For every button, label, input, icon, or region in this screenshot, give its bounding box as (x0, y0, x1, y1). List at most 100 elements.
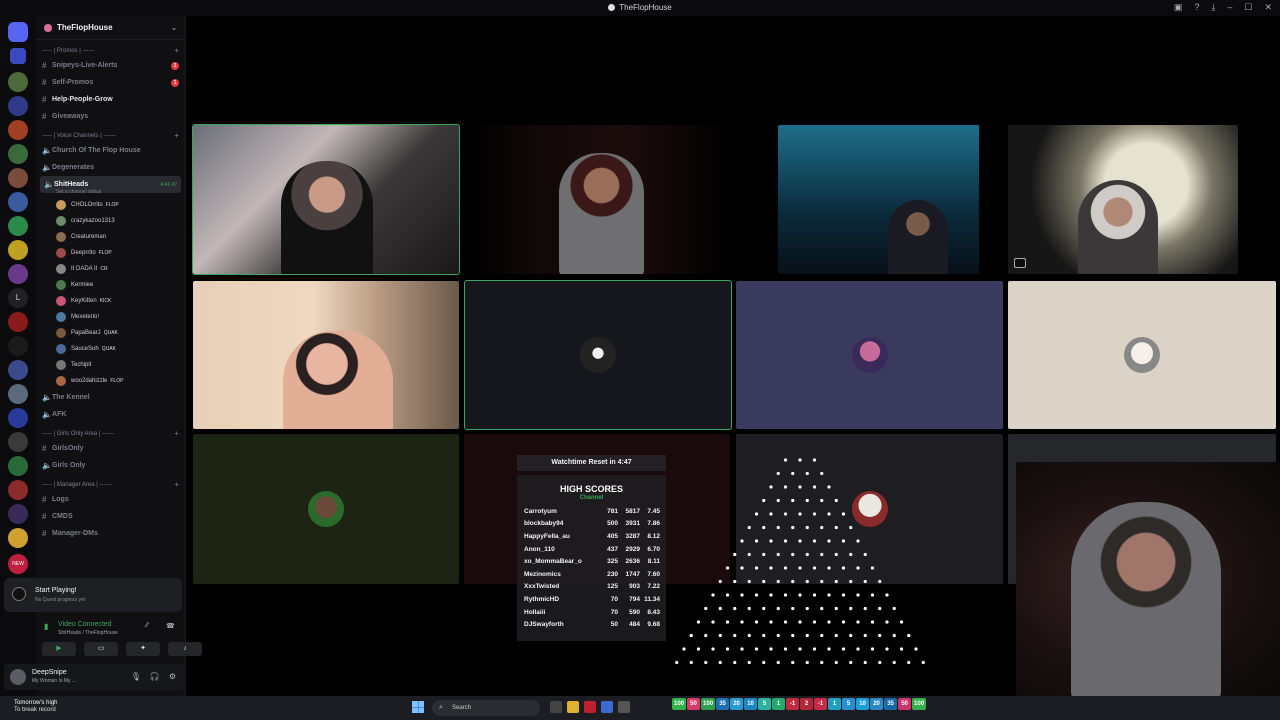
category-voice[interactable]: ----- | Voice Channels | ------ + (36, 129, 185, 142)
minimize-button[interactable]: – (1227, 2, 1232, 13)
inbox-icon[interactable]: ▣ (1174, 2, 1183, 13)
voice-user[interactable]: Creatureman (36, 229, 185, 245)
server-icon[interactable] (8, 480, 28, 500)
app-icon[interactable] (601, 701, 613, 713)
voice-user[interactable]: crazykazoo1313 (36, 213, 185, 229)
server-icon[interactable] (8, 384, 28, 404)
server-icon[interactable] (8, 312, 28, 332)
quest-banner[interactable]: Start Playing! No Quest progress yet (4, 578, 182, 612)
voice-user[interactable]: PapaBearJ QUAK (36, 325, 185, 341)
server-icon[interactable] (8, 144, 28, 164)
channel-cmds[interactable]: # CMDS (36, 508, 185, 525)
close-button[interactable]: ✕ (1264, 2, 1272, 13)
disconnect-icon[interactable]: ☎ (166, 622, 175, 630)
category-girls[interactable]: ----- | Girls Only Area | ------ + (36, 427, 185, 440)
server-icon[interactable] (8, 336, 28, 356)
start-button[interactable] (412, 701, 424, 713)
video-tile[interactable] (193, 434, 459, 584)
add-channel-icon[interactable]: + (174, 131, 179, 140)
avatar (56, 264, 66, 274)
signal-icon[interactable]: ▮ (44, 622, 48, 631)
camera-button[interactable]: ▶ (42, 642, 76, 656)
server-icon[interactable] (8, 408, 28, 428)
new-badge[interactable]: NEW (8, 554, 28, 574)
voice-user[interactable]: Mexeterio! (36, 309, 185, 325)
voice-user[interactable]: woo2dahizzle FLOP (36, 373, 185, 389)
voice-channel-kennel[interactable]: 🔈 The Kennel (36, 389, 185, 406)
video-tile[interactable] (736, 281, 1003, 429)
server-icon[interactable] (8, 192, 28, 212)
channel-manager-dms[interactable]: # Manager-DMs (36, 525, 185, 542)
server-icon[interactable]: L (8, 288, 28, 308)
voice-channel-afk[interactable]: 🔈 AFK (36, 406, 185, 423)
server-icon[interactable] (8, 456, 28, 476)
channel-status[interactable]: Set a channel status (36, 189, 185, 197)
video-tile[interactable] (464, 125, 730, 274)
server-icon[interactable] (8, 168, 28, 188)
voice-user[interactable]: II DADA II CR (36, 261, 185, 277)
home-icon[interactable] (8, 22, 28, 42)
voice-user[interactable]: Techipit (36, 357, 185, 373)
voice-user[interactable]: SauceSuh QUAK (36, 341, 185, 357)
score-value: 6.70 (647, 545, 660, 553)
server-icon[interactable] (8, 72, 28, 92)
server-icon[interactable] (8, 216, 28, 236)
video-tile[interactable] (778, 125, 979, 274)
soundboard-button[interactable]: ♪ (168, 642, 202, 656)
add-channel-icon[interactable]: + (174, 480, 179, 489)
channel-self-promos[interactable]: # Self-Promos 1 (36, 74, 185, 91)
app-icon[interactable] (584, 701, 596, 713)
connection-location[interactable]: ShitHeads / TheFlopHouse (58, 630, 118, 636)
taskbar-search[interactable]: ⌕ Search (432, 700, 540, 716)
add-channel-icon[interactable]: + (174, 429, 179, 438)
screen-share-button[interactable]: ▭ (84, 642, 118, 656)
voice-user[interactable]: Kermiee (36, 277, 185, 293)
voice-channel-degenerates[interactable]: 🔈 Degenerates (36, 159, 185, 176)
server-icon[interactable] (8, 120, 28, 140)
channel-giveaways[interactable]: # Giveaways (36, 108, 185, 125)
channel-snipeys-live-alerts[interactable]: # Snipeys-Live-Alerts 1 (36, 57, 185, 74)
video-tile[interactable] (193, 281, 459, 429)
headphones-icon[interactable]: 🎧 (150, 672, 160, 681)
channel-help-people-grow[interactable]: # Help-People-Grow (36, 91, 185, 108)
noise-suppression-icon[interactable]: ⁄⁄ (146, 622, 148, 629)
video-tile[interactable] (192, 124, 460, 275)
avatar[interactable] (10, 669, 26, 685)
server-icon[interactable] (8, 360, 28, 380)
file-explorer-icon[interactable] (567, 701, 579, 713)
username[interactable]: DeepSnipe (32, 669, 67, 676)
voice-channel-church[interactable]: 🔈 Church Of The Flop House (36, 142, 185, 159)
voice-user[interactable]: Deeprrito FLOP (36, 245, 185, 261)
weather-widget[interactable]: Tomorrow's high To break record (14, 700, 58, 714)
task-view-icon[interactable] (550, 701, 562, 713)
channel-logs[interactable]: # Logs (36, 491, 185, 508)
server-icon[interactable] (8, 528, 28, 548)
help-icon[interactable]: ? (1194, 2, 1199, 13)
download-icon[interactable]: ⤓ (1211, 2, 1215, 13)
server-folder-icon[interactable] (10, 48, 26, 64)
mic-icon[interactable]: 🎙 (131, 672, 141, 681)
server-icon[interactable] (8, 264, 28, 284)
settings-gear-icon[interactable]: ⚙ (169, 672, 176, 681)
server-icon[interactable] (8, 432, 28, 452)
category-manager[interactable]: ----- | Manager Area | ------ + (36, 478, 185, 491)
category-promos[interactable]: ----- | Promos | ------ + (36, 44, 185, 57)
add-channel-icon[interactable]: + (174, 46, 179, 55)
server-header[interactable]: TheFlopHouse ⌄ (36, 16, 185, 40)
server-icon[interactable] (8, 240, 28, 260)
maximize-button[interactable]: ☐ (1244, 2, 1252, 13)
peg (827, 539, 831, 543)
channel-girlsonly[interactable]: # GirlsOnly (36, 440, 185, 457)
activities-button[interactable]: ✦ (126, 642, 160, 656)
video-tile[interactable] (464, 280, 732, 430)
popout-icon[interactable] (1014, 258, 1026, 268)
server-icon[interactable] (8, 504, 28, 524)
role-tag: QUAK (101, 346, 116, 352)
voice-user[interactable]: CHOLOrrito FLOP (36, 197, 185, 213)
video-tile[interactable] (1008, 281, 1276, 429)
video-tile[interactable] (1008, 125, 1238, 274)
voice-user[interactable]: KeyKitten KICK (36, 293, 185, 309)
voice-channel-girls-only[interactable]: 🔈 Girls Only (36, 457, 185, 474)
settings-icon[interactable] (618, 701, 630, 713)
server-icon[interactable] (8, 96, 28, 116)
